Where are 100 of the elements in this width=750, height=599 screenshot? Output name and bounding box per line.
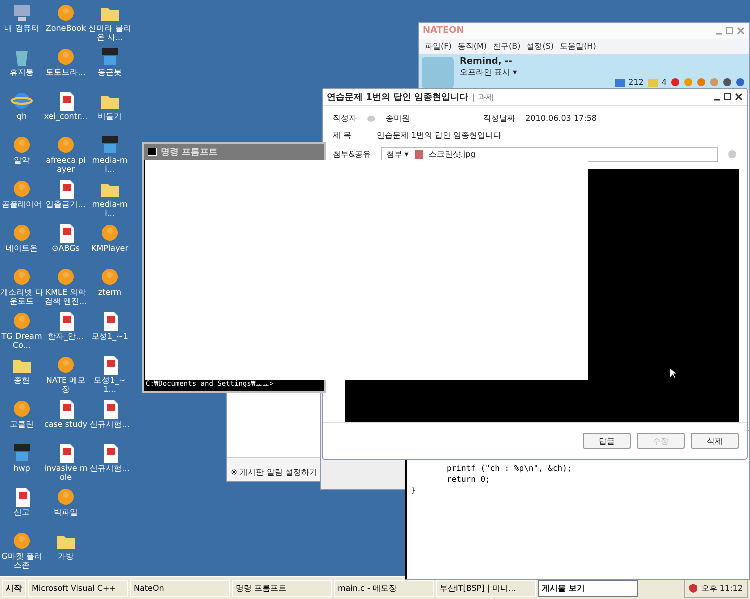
menu-item[interactable]: 동작(M) xyxy=(458,41,487,52)
mouse-cursor xyxy=(670,368,677,379)
icon-label[interactable]: 빅파일 xyxy=(44,508,88,517)
menu-item[interactable]: 파일(F) xyxy=(425,41,452,52)
app-icon[interactable] xyxy=(55,486,77,508)
taskbar-button[interactable]: 부산IT[BSP] | 미니... xyxy=(436,580,536,596)
app-icon[interactable] xyxy=(11,134,33,156)
icon-label[interactable]: 신고 xyxy=(0,508,44,517)
taskbar-button[interactable]: Microsoft Visual C++ xyxy=(28,580,128,596)
icon-label[interactable]: TG DreamCo... xyxy=(0,332,44,350)
icon-label[interactable]: afreeca player xyxy=(44,156,88,174)
alert-settings-link[interactable]: ※ 게시판 알림 설정하기 xyxy=(231,468,318,477)
icon-label[interactable]: ZoneBook xyxy=(44,24,88,33)
clock: 오후 11:12 xyxy=(701,582,743,594)
zip-icon[interactable] xyxy=(11,442,33,464)
app-icon[interactable] xyxy=(11,398,33,420)
mail-icon[interactable] xyxy=(614,78,625,86)
icon-label[interactable]: media-mi... xyxy=(88,200,132,218)
icon-label[interactable]: 모성1_~1 xyxy=(88,332,132,341)
icon-label[interactable]: 알약 xyxy=(0,156,44,165)
icon-label[interactable]: 토토브라... xyxy=(44,68,88,77)
status-dropdown[interactable]: 오프라인 표시 ▾ xyxy=(460,67,518,78)
mail-count: 212 xyxy=(628,78,644,87)
menu-item[interactable]: 도움말(H) xyxy=(560,41,596,52)
field-label: 작성자 xyxy=(333,113,357,124)
field-label: 작성날짜 xyxy=(484,113,516,124)
image-file-icon xyxy=(414,150,423,159)
icon-label[interactable]: case study xyxy=(44,420,88,429)
zip-icon[interactable] xyxy=(99,46,121,68)
icon-label[interactable]: xei_contr... xyxy=(44,112,88,121)
icon-label[interactable]: 모성1_~1... xyxy=(88,376,132,394)
taskbar-button[interactable]: 게시물 보기 xyxy=(538,580,638,596)
icon-label[interactable]: 곰플레이어 xyxy=(0,200,44,209)
app-icon[interactable] xyxy=(55,266,77,288)
window-title: NATEON xyxy=(423,26,464,36)
icon-label[interactable]: 한자_안... xyxy=(44,332,88,341)
taskbar-button[interactable]: 명령 프롬프트 xyxy=(232,580,332,596)
speech-bubble-icon xyxy=(367,114,376,122)
author-name: 송미원 xyxy=(386,113,410,124)
icon-label[interactable]: 신규시험... xyxy=(88,464,132,473)
field-label: 첨부&공유 xyxy=(333,149,372,160)
app-icon[interactable] xyxy=(55,46,77,68)
icon-label[interactable]: G마켓 플러스존 xyxy=(0,552,44,570)
icon-label[interactable]: 휴지통 xyxy=(0,68,44,77)
app-icon[interactable] xyxy=(55,134,77,156)
icon-label[interactable]: 동근봇 xyxy=(88,68,132,77)
menu-item[interactable]: 설정(S) xyxy=(526,41,554,52)
icon-label[interactable]: 입출금거... xyxy=(44,200,88,209)
window-title: 연습문제 1번의 답인 임종현입니다 xyxy=(327,92,469,104)
zip-icon[interactable] xyxy=(99,134,121,156)
attach-dropdown[interactable]: 첨부 ▾ xyxy=(386,149,409,160)
app-icon[interactable] xyxy=(11,178,33,200)
window-title: 명령 프롬프트 xyxy=(161,146,218,158)
start-button[interactable]: 시작 xyxy=(2,580,26,596)
icon-label[interactable]: NATE 메모장 xyxy=(44,376,88,394)
icon-label[interactable]: KMLE 의학 검색 엔진... xyxy=(44,288,88,306)
menu-item[interactable]: 친구(B) xyxy=(493,41,521,52)
icon-label[interactable]: ⊙ABGs xyxy=(44,244,88,253)
icon-label[interactable]: media-mi... xyxy=(88,156,132,174)
icon-label[interactable]: 비둘기 xyxy=(88,112,132,121)
code-line: return 0; xyxy=(446,474,492,485)
app-icon[interactable] xyxy=(99,222,121,244)
maximize-icon[interactable] xyxy=(724,93,732,101)
code-line: } xyxy=(411,485,417,496)
icon-label[interactable]: 내 컴퓨터 xyxy=(0,24,44,33)
app-icon[interactable] xyxy=(55,2,77,24)
attachment-link[interactable]: 스크린샷.jpg xyxy=(428,149,476,160)
icon-label[interactable]: 게소리넷 다운로드 xyxy=(0,288,44,306)
icon-label[interactable]: zterm xyxy=(88,288,132,297)
app-icon[interactable] xyxy=(11,310,33,332)
close-icon[interactable] xyxy=(735,93,743,101)
icon-label[interactable]: 종현 xyxy=(0,376,44,385)
icon-label[interactable]: 네이트온 xyxy=(0,244,44,253)
app-icon[interactable] xyxy=(11,530,33,552)
action-button[interactable]: 답글 xyxy=(583,433,631,449)
taskbar-button[interactable]: NateOn xyxy=(130,580,230,596)
icon-label[interactable]: invasive mole xyxy=(44,464,88,482)
computer-icon[interactable] xyxy=(11,2,33,24)
icon-label[interactable]: 신미라 불리온 사... xyxy=(88,24,132,42)
icon-label[interactable]: 신규시험... xyxy=(88,420,132,429)
icon-label[interactable]: 고클린 xyxy=(0,420,44,429)
icon-label[interactable]: hwp xyxy=(0,464,44,473)
icon-label[interactable]: KMPlayer xyxy=(88,244,132,253)
browser-icon[interactable] xyxy=(11,90,33,112)
icon-label[interactable]: 가방 xyxy=(44,552,88,561)
icon-label[interactable]: qh xyxy=(0,112,44,121)
shield-icon[interactable] xyxy=(689,584,698,592)
app-icon[interactable] xyxy=(11,222,33,244)
taskbar-button[interactable]: main.c - 메모장 xyxy=(334,580,434,596)
code-line: printf ("ch : %p\n", &ch); xyxy=(446,463,574,474)
field-label: 제 목 xyxy=(333,130,353,141)
action-button[interactable]: 삭제 xyxy=(691,433,739,449)
post-subject: 연습문제 1번의 답인 임종현입니다 xyxy=(377,130,502,141)
app-icon[interactable] xyxy=(99,266,121,288)
user-name: Remind, -- xyxy=(460,57,514,67)
console-icon xyxy=(148,148,157,156)
app-icon[interactable] xyxy=(55,354,77,376)
app-icon[interactable] xyxy=(11,266,33,288)
message-count: 4 xyxy=(662,78,667,87)
avatar xyxy=(422,57,454,89)
